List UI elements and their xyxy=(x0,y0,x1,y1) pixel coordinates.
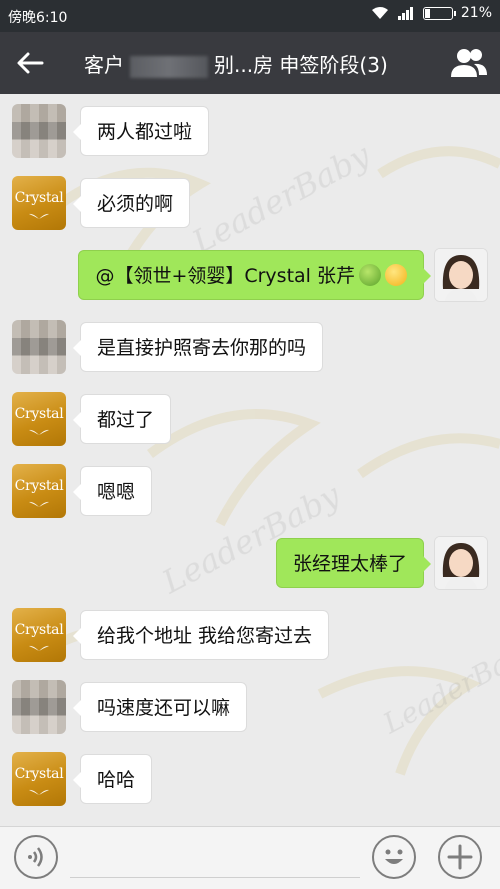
crystal-avatar[interactable]: Crystal xyxy=(12,752,66,806)
avatar-brand-text: Crystal xyxy=(14,478,64,494)
chat-title: 客户 别...房 申签阶段(3) xyxy=(84,49,388,78)
wifi-icon xyxy=(371,7,388,19)
avatar-brand-text: Crystal xyxy=(14,766,64,782)
status-bar: 傍晚6:10 21% xyxy=(0,0,500,32)
back-arrow-icon[interactable] xyxy=(14,47,46,79)
group-members-icon[interactable] xyxy=(450,45,488,81)
battery-icon xyxy=(422,6,456,20)
message-text: 都过了 xyxy=(97,409,155,431)
avatar-brand-text: Crystal xyxy=(14,406,64,422)
chat-header: 客户 别...房 申签阶段(3) xyxy=(0,32,500,94)
received-message-bubble[interactable]: 必须的啊 xyxy=(72,178,191,228)
input-bar xyxy=(0,826,500,889)
received-message-bubble[interactable]: 给我个地址 我给您寄过去 xyxy=(72,610,330,660)
svg-text:LeaderBaby: LeaderBaby xyxy=(377,630,500,740)
crystal-avatar[interactable]: Crystal xyxy=(12,464,66,518)
message-text: @【领世+领婴】Crystal 张芹 xyxy=(95,265,355,287)
message-text: 是直接护照寄去你那的吗 xyxy=(97,337,307,359)
blurred-avatar[interactable] xyxy=(12,104,66,158)
profile-photo xyxy=(435,249,487,301)
message-text: 嗯嗯 xyxy=(97,481,136,503)
blurred-avatar[interactable] xyxy=(12,680,66,734)
more-options-button[interactable] xyxy=(438,835,482,879)
message-text: 必须的啊 xyxy=(97,193,174,215)
message-text: 给我个地址 我给您寄过去 xyxy=(97,625,313,647)
chat-title-prefix: 客户 xyxy=(84,53,124,77)
crystal-avatar[interactable]: Crystal xyxy=(12,392,66,446)
voice-icon xyxy=(28,847,43,867)
status-time: 傍晚6:10 xyxy=(8,10,68,26)
wings-icon xyxy=(12,644,66,654)
battery-percent: 21% xyxy=(460,5,492,21)
received-message-bubble[interactable]: 是直接护照寄去你那的吗 xyxy=(72,322,324,372)
wink-kiss-emoji-icon xyxy=(385,264,407,286)
status-icons: 21% xyxy=(371,5,492,21)
message-input[interactable] xyxy=(70,877,360,878)
received-message-bubble[interactable]: 都过了 xyxy=(72,394,172,444)
sent-message-bubble[interactable]: 张经理太棒了 xyxy=(275,538,432,588)
crystal-avatar[interactable]: Crystal xyxy=(12,608,66,662)
wings-icon xyxy=(12,788,66,798)
sent-message-bubble[interactable]: @【领世+领婴】Crystal 张芹 xyxy=(78,250,431,300)
message-text: 吗速度还可以嘛 xyxy=(97,697,231,719)
plus-icon xyxy=(447,844,473,870)
voice-input-button[interactable] xyxy=(14,835,58,879)
avatar-brand-text: Crystal xyxy=(14,622,64,638)
blurred-avatar[interactable] xyxy=(12,320,66,374)
received-message-bubble[interactable]: 吗速度还可以嘛 xyxy=(72,682,248,732)
wings-icon xyxy=(12,428,66,438)
received-message-bubble[interactable]: 两人都过啦 xyxy=(72,106,210,156)
received-message-bubble[interactable]: 嗯嗯 xyxy=(72,466,153,516)
message-text: 哈哈 xyxy=(97,769,136,791)
avatar-brand-text: Crystal xyxy=(14,190,64,206)
signal-icon xyxy=(397,7,413,20)
profile-photo xyxy=(435,537,487,589)
svg-text:LeaderBaby: LeaderBaby xyxy=(185,135,377,261)
wings-icon xyxy=(12,500,66,510)
message-text: 张经理太棒了 xyxy=(292,553,407,575)
message-text: 两人都过啦 xyxy=(97,121,193,143)
my-avatar[interactable] xyxy=(434,536,488,590)
smiley-icon xyxy=(385,849,403,864)
crystal-avatar[interactable]: Crystal xyxy=(12,176,66,230)
my-avatar[interactable] xyxy=(434,248,488,302)
redacted-name xyxy=(130,55,208,78)
chat-title-suffix: 别...房 申签阶段(3) xyxy=(214,53,388,77)
wings-icon xyxy=(12,212,66,222)
green-face-emoji-icon xyxy=(359,264,381,286)
received-message-bubble[interactable]: 哈哈 xyxy=(72,754,153,804)
emoji-button[interactable] xyxy=(372,835,416,879)
message-list[interactable]: LeaderBaby LeaderBaby LeaderBaby 两人都过啦 Cr… xyxy=(0,94,500,826)
